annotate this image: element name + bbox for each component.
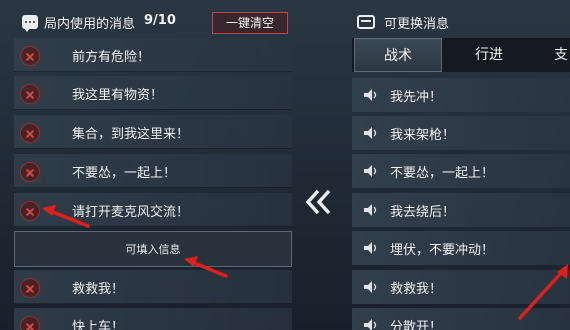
message-row[interactable]: 救救我！ bbox=[14, 270, 292, 304]
quick-message-row[interactable]: 我去绕后！ bbox=[352, 193, 570, 227]
quick-message-text: 救救我！ bbox=[390, 282, 443, 297]
message-category-tabs: 战术 行进 支 bbox=[352, 38, 570, 72]
in-game-message-list: 前方有危险！ 我这里有物资！ 集合，到我这里来！ 不要怂，一起上！ 请打开麦克风… bbox=[14, 38, 292, 330]
keyboard-icon bbox=[357, 15, 375, 29]
message-row[interactable]: 前方有危险！ bbox=[14, 38, 292, 72]
quick-message-text: 分散开！ bbox=[390, 320, 443, 330]
quick-message-row[interactable]: 我来架枪！ bbox=[352, 116, 570, 150]
speaker-icon bbox=[364, 127, 377, 139]
message-text: 集合，到我这里来！ bbox=[72, 127, 190, 142]
quick-message-text: 不要怂，一起上！ bbox=[390, 166, 495, 181]
replaceable-messages-title: 可更换消息 bbox=[384, 17, 450, 32]
message-text: 我这里有物资！ bbox=[72, 88, 164, 103]
quick-message-row[interactable]: 我先冲！ bbox=[352, 78, 570, 112]
speaker-icon bbox=[364, 165, 377, 177]
message-text: 不要怂，一起上！ bbox=[72, 166, 177, 181]
message-text: 前方有危险！ bbox=[72, 50, 151, 65]
tab-support[interactable]: 支 bbox=[534, 38, 570, 72]
speaker-icon bbox=[364, 319, 377, 330]
double-chevron-left-icon[interactable] bbox=[304, 188, 332, 216]
message-text: 请打开麦克风交流！ bbox=[72, 205, 190, 220]
empty-message-slot[interactable]: 可填入信息 bbox=[14, 231, 292, 267]
delete-x-icon[interactable] bbox=[20, 123, 40, 143]
delete-x-icon[interactable] bbox=[20, 84, 40, 104]
quick-message-row[interactable]: 不要怂，一起上！ bbox=[352, 154, 570, 188]
message-row[interactable]: 不要怂，一起上！ bbox=[14, 154, 292, 188]
message-row[interactable]: 集合，到我这里来！ bbox=[14, 115, 292, 149]
chat-bubble-icon bbox=[22, 15, 38, 32]
clear-all-button[interactable]: 一键清空 bbox=[212, 12, 288, 34]
speaker-icon bbox=[364, 204, 377, 216]
quick-message-settings-screen: 局内使用的消息 9/10 一键清空 前方有危险！ 我这里有物资！ 集合，到我这里… bbox=[0, 0, 570, 330]
message-count: 9/10 bbox=[144, 13, 176, 28]
speaker-icon bbox=[364, 89, 377, 101]
message-text: 救救我！ bbox=[72, 282, 125, 297]
delete-x-icon[interactable] bbox=[20, 162, 40, 182]
tab-movement[interactable]: 行进 bbox=[444, 38, 534, 72]
message-text: 快上车！ bbox=[72, 320, 125, 330]
quick-message-text: 我来架枪！ bbox=[390, 128, 456, 143]
right-panel-header: 可更换消息 bbox=[354, 12, 570, 34]
speaker-icon bbox=[364, 281, 377, 293]
speaker-icon bbox=[364, 242, 377, 254]
quick-message-text: 我先冲！ bbox=[390, 90, 443, 105]
quick-message-row[interactable]: 分散开！ bbox=[352, 308, 570, 330]
tab-tactics[interactable]: 战术 bbox=[354, 38, 442, 72]
delete-x-icon[interactable] bbox=[20, 201, 40, 221]
message-row[interactable]: 我这里有物资！ bbox=[14, 76, 292, 110]
in-game-messages-title: 局内使用的消息 bbox=[44, 17, 136, 32]
quick-message-text: 我去绕后！ bbox=[390, 205, 456, 220]
replaceable-message-list: 我先冲！ 我来架枪！ 不要怂，一起上！ 我去绕后！ 埋伏，不要冲动！ 救救我！ … bbox=[352, 78, 570, 330]
message-row[interactable]: 请打开麦克风交流！ bbox=[14, 193, 292, 227]
delete-x-icon[interactable] bbox=[20, 46, 40, 66]
delete-x-icon[interactable] bbox=[20, 316, 40, 330]
quick-message-row[interactable]: 埋伏，不要冲动！ bbox=[352, 231, 570, 265]
quick-message-text: 埋伏，不要冲动！ bbox=[390, 243, 495, 258]
delete-x-icon[interactable] bbox=[20, 278, 40, 298]
message-row[interactable]: 快上车！ bbox=[14, 308, 292, 330]
fill-in-label: 可填入信息 bbox=[125, 243, 181, 256]
quick-message-row[interactable]: 救救我！ bbox=[352, 270, 570, 304]
